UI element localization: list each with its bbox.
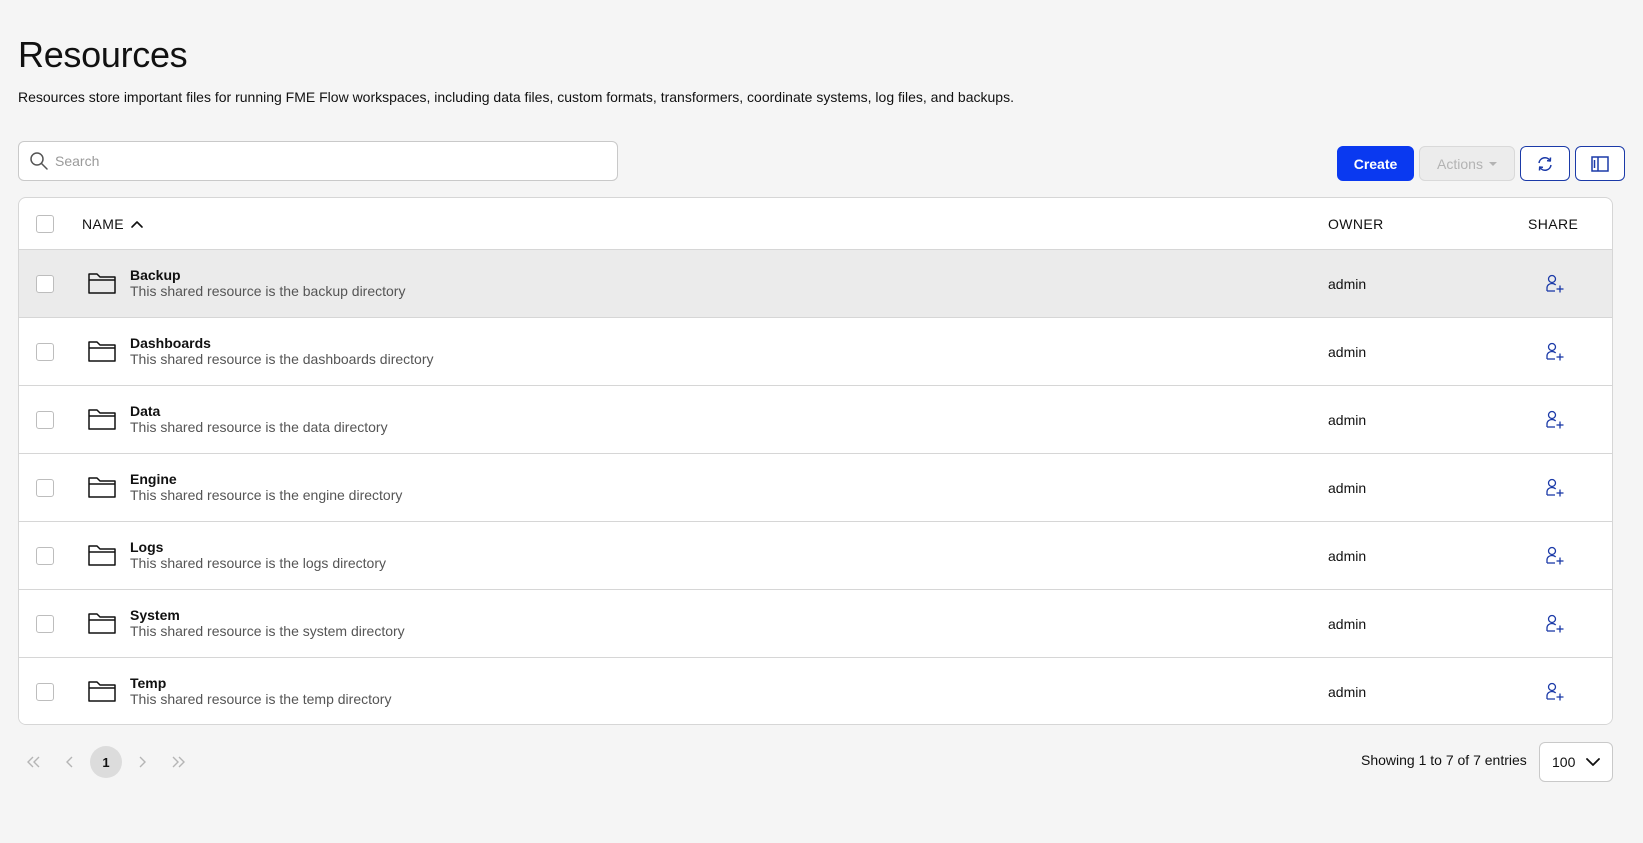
table-row[interactable]: Engine This shared resource is the engin… bbox=[19, 454, 1612, 522]
table-row[interactable]: Logs This shared resource is the logs di… bbox=[19, 522, 1612, 590]
table-row[interactable]: Data This shared resource is the data di… bbox=[19, 386, 1612, 454]
create-button[interactable]: Create bbox=[1337, 146, 1414, 181]
folder-icon bbox=[87, 337, 117, 365]
search-box[interactable] bbox=[18, 141, 618, 181]
share-user-add-icon[interactable] bbox=[1544, 273, 1566, 295]
previous-page-button[interactable] bbox=[54, 746, 86, 778]
table-body: Backup This shared resource is the backu… bbox=[19, 250, 1612, 724]
table-row[interactable]: Backup This shared resource is the backu… bbox=[19, 250, 1612, 318]
resource-owner: admin bbox=[1328, 480, 1367, 496]
row-checkbox[interactable] bbox=[36, 683, 54, 701]
share-column-label: SHARE bbox=[1528, 215, 1579, 232]
folder-icon bbox=[87, 405, 117, 433]
resource-description: This shared resource is the dashboards d… bbox=[130, 351, 434, 367]
page-size-value: 100 bbox=[1552, 754, 1576, 770]
folder-icon bbox=[87, 677, 117, 705]
search-icon bbox=[29, 151, 49, 171]
resource-owner: admin bbox=[1328, 548, 1367, 564]
resource-description: This shared resource is the logs directo… bbox=[130, 555, 386, 571]
page-subtitle: Resources store important files for runn… bbox=[18, 89, 1014, 105]
share-user-add-icon[interactable] bbox=[1544, 681, 1566, 703]
refresh-button[interactable] bbox=[1520, 146, 1570, 181]
share-user-add-icon[interactable] bbox=[1544, 341, 1566, 363]
resources-table: NAME OWNER SHARE Backup This shared reso… bbox=[18, 197, 1613, 725]
share-user-add-icon[interactable] bbox=[1544, 477, 1566, 499]
page-title: Resources bbox=[18, 34, 188, 75]
chevron-down-icon bbox=[1585, 757, 1601, 767]
select-all-checkbox[interactable] bbox=[36, 215, 54, 233]
row-checkbox[interactable] bbox=[36, 343, 54, 361]
caret-down-icon bbox=[1488, 161, 1497, 166]
table-row[interactable]: System This shared resource is the syste… bbox=[19, 590, 1612, 658]
resource-name[interactable]: System bbox=[130, 607, 180, 623]
resource-owner: admin bbox=[1328, 684, 1367, 700]
row-checkbox[interactable] bbox=[36, 411, 54, 429]
refresh-icon bbox=[1535, 154, 1555, 174]
resource-name[interactable]: Logs bbox=[130, 539, 163, 555]
resource-description: This shared resource is the temp directo… bbox=[130, 691, 392, 707]
row-checkbox[interactable] bbox=[36, 275, 54, 293]
share-user-add-icon[interactable] bbox=[1544, 409, 1566, 431]
name-column-header[interactable]: NAME bbox=[82, 198, 144, 249]
owner-column-label: OWNER bbox=[1328, 215, 1384, 232]
folder-icon bbox=[87, 609, 117, 637]
resources-page: Resources Resources store important file… bbox=[0, 0, 1643, 843]
actions-dropdown-button[interactable]: Actions bbox=[1419, 146, 1515, 181]
table-header: NAME OWNER SHARE bbox=[19, 198, 1612, 250]
page-number-button[interactable]: 1 bbox=[90, 746, 122, 778]
folder-icon bbox=[87, 269, 117, 297]
double-chevron-right-icon bbox=[169, 755, 187, 769]
actions-label: Actions bbox=[1437, 155, 1483, 172]
resource-owner: admin bbox=[1328, 344, 1367, 360]
table-row[interactable]: Temp This shared resource is the temp di… bbox=[19, 658, 1612, 724]
share-user-add-icon[interactable] bbox=[1544, 613, 1566, 635]
page-size-select[interactable]: 100 bbox=[1539, 742, 1613, 782]
columns-panel-button[interactable] bbox=[1575, 146, 1625, 181]
row-checkbox[interactable] bbox=[36, 547, 54, 565]
double-chevron-left-icon bbox=[25, 755, 43, 769]
last-page-button[interactable] bbox=[162, 746, 194, 778]
folder-icon bbox=[87, 473, 117, 501]
entries-summary: Showing 1 to 7 of 7 entries bbox=[1361, 752, 1527, 768]
table-row[interactable]: Dashboards This shared resource is the d… bbox=[19, 318, 1612, 386]
sort-ascending-icon bbox=[130, 219, 144, 229]
resource-description: This shared resource is the backup direc… bbox=[130, 283, 406, 299]
resource-description: This shared resource is the engine direc… bbox=[130, 487, 403, 503]
columns-panel-icon bbox=[1590, 155, 1610, 173]
resource-name[interactable]: Dashboards bbox=[130, 335, 211, 351]
row-checkbox[interactable] bbox=[36, 479, 54, 497]
chevron-left-icon bbox=[64, 755, 76, 769]
resource-description: This shared resource is the data directo… bbox=[130, 419, 388, 435]
pagination: 1 bbox=[18, 746, 198, 778]
resource-owner: admin bbox=[1328, 412, 1367, 428]
resource-owner: admin bbox=[1328, 616, 1367, 632]
row-checkbox[interactable] bbox=[36, 615, 54, 633]
chevron-right-icon bbox=[136, 755, 148, 769]
name-column-label: NAME bbox=[82, 215, 125, 232]
first-page-button[interactable] bbox=[18, 746, 50, 778]
resource-owner: admin bbox=[1328, 276, 1367, 292]
resource-description: This shared resource is the system direc… bbox=[130, 623, 405, 639]
resource-name[interactable]: Data bbox=[130, 403, 160, 419]
resource-name[interactable]: Engine bbox=[130, 471, 177, 487]
resource-name[interactable]: Backup bbox=[130, 267, 181, 283]
owner-column-header[interactable]: OWNER bbox=[1328, 198, 1384, 249]
resource-name[interactable]: Temp bbox=[130, 675, 166, 691]
share-user-add-icon[interactable] bbox=[1544, 545, 1566, 567]
toolbar: Create Actions bbox=[1337, 146, 1625, 181]
share-column-header: SHARE bbox=[1528, 198, 1578, 249]
next-page-button[interactable] bbox=[126, 746, 158, 778]
folder-icon bbox=[87, 541, 117, 569]
search-input[interactable] bbox=[55, 153, 595, 169]
